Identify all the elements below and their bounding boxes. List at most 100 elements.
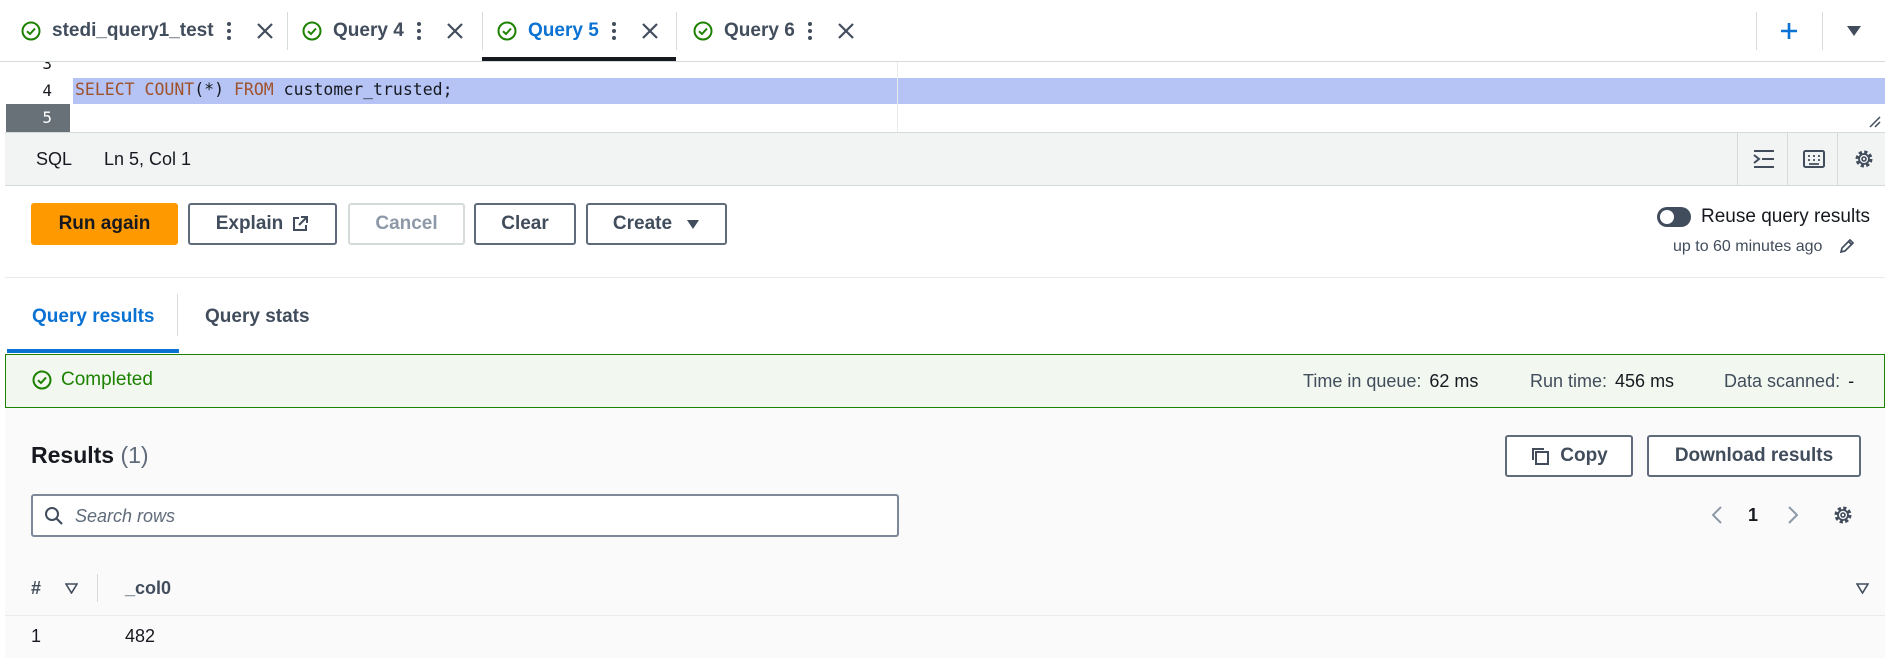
run-time-value: 456 ms bbox=[1615, 371, 1675, 391]
result-tabs: Query results Query stats bbox=[5, 278, 1885, 354]
run-again-button[interactable]: Run again bbox=[31, 203, 178, 245]
editor-settings-button[interactable] bbox=[1851, 146, 1877, 172]
close-tab-icon[interactable] bbox=[639, 20, 661, 42]
tab-query-5[interactable]: Query 5 bbox=[496, 10, 661, 52]
previous-page-button[interactable] bbox=[1707, 504, 1727, 526]
tab-divider bbox=[676, 12, 677, 50]
results-heading: Results (1) bbox=[31, 442, 149, 469]
format-indent-icon bbox=[1753, 150, 1774, 168]
sort-index-button[interactable] bbox=[63, 580, 79, 596]
chevron-right-icon bbox=[1788, 506, 1798, 524]
run-again-label: Run again bbox=[58, 213, 151, 234]
keyboard-shortcuts-button[interactable] bbox=[1801, 147, 1827, 171]
gear-icon bbox=[1834, 506, 1852, 524]
tab-stedi-query1-test[interactable]: stedi_query1_test bbox=[20, 10, 276, 52]
code-line[interactable]: SELECT COUNT(*) FROM customer_trusted; bbox=[75, 80, 453, 99]
create-button[interactable]: Create bbox=[586, 203, 727, 245]
tab-query-stats[interactable]: Query stats bbox=[205, 306, 310, 328]
close-tab-icon[interactable] bbox=[835, 20, 857, 42]
table-cell-index: 1 bbox=[31, 626, 42, 646]
external-link-icon bbox=[293, 216, 309, 231]
check-circle-icon bbox=[693, 21, 713, 41]
sort-caret-icon bbox=[64, 582, 78, 594]
explain-label: Explain bbox=[215, 213, 284, 234]
results-count: (1) bbox=[120, 442, 149, 468]
clear-label: Clear bbox=[501, 213, 549, 234]
download-results-button[interactable]: Download results bbox=[1647, 435, 1861, 477]
sql-token: (*) bbox=[194, 80, 225, 99]
sql-editor[interactable]: 3 4 5 SELECT COUNT(*) FROM customer_trus… bbox=[0, 62, 1885, 132]
active-tab-indicator bbox=[7, 349, 179, 353]
sort-caret-icon bbox=[1855, 582, 1869, 594]
tab-query-results[interactable]: Query results bbox=[32, 306, 155, 328]
search-icon bbox=[45, 507, 63, 525]
caret-down-icon bbox=[687, 219, 700, 229]
line-number: 5 bbox=[42, 108, 52, 127]
column-header-index: # bbox=[31, 578, 42, 598]
more-options-icon[interactable] bbox=[226, 20, 232, 42]
table-cell-col0: 482 bbox=[125, 626, 156, 646]
line-number-gutter: 3 4 5 bbox=[6, 62, 70, 132]
tab-list-dropdown-button[interactable] bbox=[1842, 20, 1866, 42]
chevron-left-icon bbox=[1712, 506, 1722, 524]
copy-icon bbox=[1532, 448, 1550, 465]
check-circle-icon bbox=[497, 21, 517, 41]
more-options-icon[interactable] bbox=[807, 20, 813, 42]
reuse-results-toggle[interactable] bbox=[1657, 207, 1691, 227]
results-panel: Results (1) Copy Download results Search… bbox=[5, 408, 1885, 658]
new-query-tab-button[interactable] bbox=[1776, 18, 1802, 44]
toolbar-divider bbox=[1756, 12, 1757, 50]
explain-button[interactable]: Explain bbox=[188, 203, 337, 245]
run-time: Run time: 456 ms bbox=[1530, 371, 1674, 392]
sql-keyword: SELECT bbox=[75, 80, 135, 99]
sort-col0-button[interactable] bbox=[1854, 580, 1870, 596]
sql-identifier: customer_trusted; bbox=[283, 80, 453, 99]
copy-label: Copy bbox=[1560, 445, 1608, 466]
check-circle-icon bbox=[21, 21, 41, 41]
editor-language: SQL bbox=[36, 149, 73, 169]
data-scanned: Data scanned: - bbox=[1724, 371, 1854, 392]
line-number: 4 bbox=[42, 81, 52, 100]
column-divider[interactable] bbox=[97, 574, 98, 602]
caret-down-icon bbox=[1847, 26, 1861, 36]
results-title: Results bbox=[31, 442, 115, 468]
cursor-position: Ln 5, Col 1 bbox=[104, 149, 192, 169]
tab-divider bbox=[177, 294, 178, 336]
time-in-queue: Time in queue: 62 ms bbox=[1303, 371, 1478, 392]
format-query-button[interactable] bbox=[1751, 147, 1777, 171]
toolbar-divider bbox=[1787, 133, 1788, 185]
plus-icon bbox=[1781, 23, 1797, 39]
next-page-button[interactable] bbox=[1783, 504, 1803, 526]
toolbar-divider bbox=[1822, 12, 1823, 50]
gear-icon bbox=[1855, 150, 1873, 168]
more-options-icon[interactable] bbox=[416, 20, 422, 42]
toggle-knob bbox=[1660, 210, 1674, 224]
line-number: 3 bbox=[42, 62, 52, 73]
active-tab-indicator bbox=[482, 57, 676, 61]
close-tab-icon[interactable] bbox=[444, 20, 466, 42]
tab-label: Query 6 bbox=[724, 20, 795, 41]
time-in-queue-label: Time in queue: bbox=[1303, 371, 1422, 391]
column-header-col0[interactable]: _col0 bbox=[125, 578, 171, 599]
current-page[interactable]: 1 bbox=[1748, 505, 1758, 526]
status-completed: Completed bbox=[31, 369, 153, 391]
clear-button[interactable]: Clear bbox=[474, 203, 576, 245]
table-header: # _col0 bbox=[5, 558, 1885, 616]
copy-button[interactable]: Copy bbox=[1505, 435, 1633, 477]
cancel-button[interactable]: Cancel bbox=[348, 203, 465, 245]
search-rows-input[interactable]: Search rows bbox=[31, 494, 899, 537]
edit-reuse-settings-button[interactable] bbox=[1837, 236, 1857, 256]
sql-keyword: FROM bbox=[233, 80, 274, 99]
query-actions: Run again Explain Cancel Clear Create Re… bbox=[5, 186, 1885, 278]
tab-query-6[interactable]: Query 6 bbox=[692, 10, 857, 52]
run-time-label: Run time: bbox=[1530, 371, 1608, 391]
resize-handle-icon[interactable] bbox=[1867, 114, 1881, 128]
cancel-label: Cancel bbox=[375, 213, 438, 234]
sql-function: COUNT bbox=[144, 80, 195, 99]
close-tab-icon[interactable] bbox=[254, 20, 276, 42]
table-preferences-button[interactable] bbox=[1831, 503, 1855, 527]
more-options-icon[interactable] bbox=[611, 20, 617, 42]
data-scanned-label: Data scanned: bbox=[1724, 371, 1841, 391]
tab-query-4[interactable]: Query 4 bbox=[301, 10, 466, 52]
toolbar-divider bbox=[1737, 133, 1738, 185]
